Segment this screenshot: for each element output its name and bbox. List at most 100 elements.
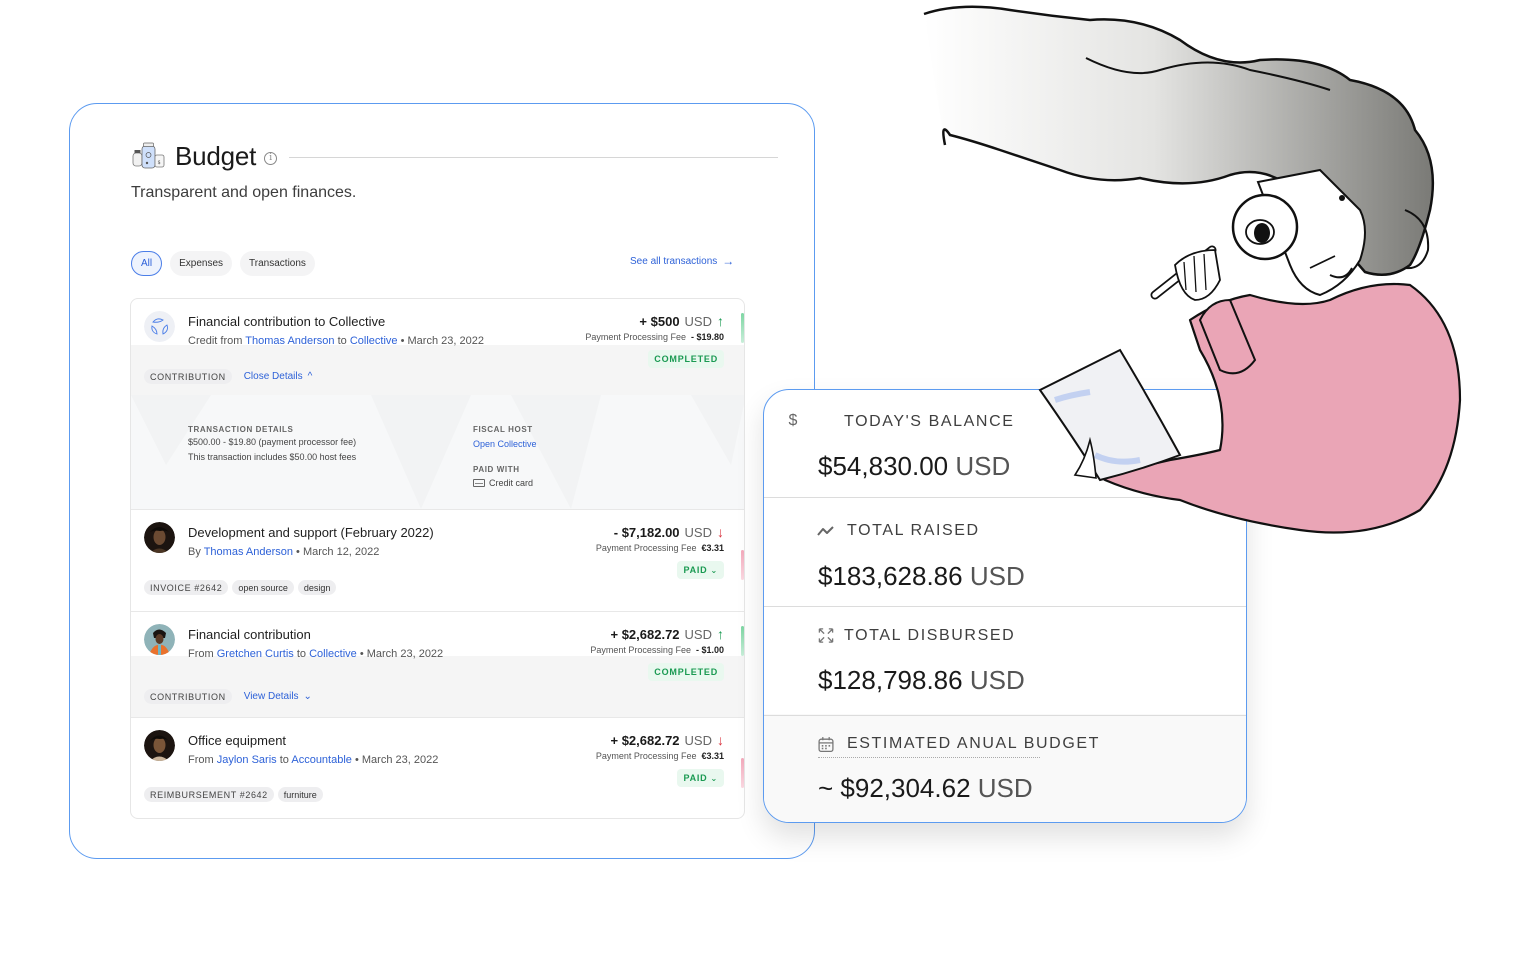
stat-label[interactable]: ESTIMATED ANUAL BUDGET — [847, 735, 1100, 753]
stat-value: $183,628.86 USD — [818, 561, 1025, 592]
magnifier-handle — [1150, 245, 1217, 300]
budget-jar-icon: $ — [132, 142, 165, 169]
transaction-subtitle: By Thomas Anderson • March 12, 2022 — [188, 546, 379, 558]
credit-card-icon — [473, 479, 485, 487]
transaction-details-label: TRANSACTION DETAILS — [188, 425, 294, 434]
transaction-details-panel: TRANSACTION DETAILS $500.00 - $19.80 (pa… — [131, 395, 744, 509]
from-link[interactable]: Gretchen Curtis — [217, 648, 294, 660]
status-badge: COMPLETED — [648, 663, 724, 681]
from-link[interactable]: Jaylon Saris — [217, 754, 277, 766]
magnifier-lens — [1231, 193, 1299, 261]
transaction-row[interactable]: Office equipment From Jaylon Saris to Ac… — [131, 718, 744, 818]
processing-fee: Payment Processing Fee - $1.00 — [590, 645, 724, 655]
fee-label: Payment Processing Fee — [595, 751, 697, 761]
transaction-amount: - $7,182.00 USD ↓ — [614, 524, 724, 540]
amount-value: + $2,682.72 — [610, 626, 680, 642]
to-link[interactable]: Accountable — [291, 754, 352, 766]
user-avatar — [144, 730, 175, 761]
amount-value: - $7,182.00 — [613, 524, 680, 540]
transaction-row[interactable]: Financial contribution to Collective Cre… — [131, 299, 744, 509]
transaction-date: • March 23, 2022 — [354, 754, 439, 766]
close-details-button[interactable]: Close Details ^ — [244, 369, 313, 384]
filter-tab-expenses[interactable]: Expenses — [170, 251, 233, 276]
chevron-down-icon: ⌄ — [303, 691, 312, 702]
fiscal-host-label: FISCAL HOST — [473, 425, 533, 434]
subtitle-prefix: By — [188, 546, 201, 558]
stat-currency: USD — [955, 451, 1011, 481]
transaction-title: Financial contribution — [188, 627, 311, 642]
transaction-tags: REIMBURSEMENT #2642 furniture — [144, 787, 323, 802]
status-label: PAID — [683, 565, 708, 575]
collective-logo-avatar — [144, 311, 175, 342]
from-link[interactable]: Thomas Anderson — [245, 335, 334, 347]
subtitle-connector: to — [279, 754, 289, 766]
chevron-down-icon: ⌄ — [710, 773, 718, 783]
filter-tabs: All Expenses Transactions — [131, 251, 315, 276]
hair — [923, 5, 1435, 277]
amount-value: + $2,682.72 — [610, 732, 680, 748]
see-all-transactions-link[interactable]: See all transactions → — [630, 254, 734, 268]
subtitle-prefix: From — [188, 648, 214, 660]
processing-fee: Payment Processing Fee €3.31 — [596, 543, 724, 553]
dollar-icon: $ — [788, 412, 798, 429]
transaction-details-line1: $500.00 - $19.80 (payment processor fee) — [188, 437, 357, 447]
processing-fee: Payment Processing Fee - $19.80 — [585, 332, 724, 342]
amount-currency: USD — [684, 626, 712, 642]
svg-text:$: $ — [158, 160, 161, 166]
status-badge: COMPLETED — [648, 350, 724, 368]
from-link[interactable]: Thomas Anderson — [204, 546, 293, 558]
status-badge[interactable]: PAID ⌄ — [677, 561, 724, 579]
arrow-down-icon: ↓ — [717, 732, 724, 748]
status-badge[interactable]: PAID ⌄ — [677, 769, 724, 787]
transaction-title: Development and support (February 2022) — [188, 525, 434, 540]
expand-arrows-icon — [818, 628, 834, 643]
arrow-down-icon: ↓ — [717, 524, 724, 540]
transaction-list: Financial contribution to Collective Cre… — [130, 298, 745, 819]
subtitle-prefix: From — [188, 754, 214, 766]
stat-value: $128,798.86 USD — [818, 665, 1025, 696]
arrow-right-icon: → — [722, 254, 735, 268]
filter-tab-transactions[interactable]: Transactions — [240, 251, 315, 276]
view-details-button[interactable]: View Details ⌄ — [244, 689, 312, 704]
to-link[interactable]: Collective — [350, 335, 398, 347]
info-icon[interactable]: i — [264, 151, 278, 165]
details-toggle-label: Close Details — [243, 371, 303, 382]
transaction-row[interactable]: Financial contribution From Gretchen Cur… — [131, 612, 744, 717]
calendar-icon — [818, 737, 834, 753]
stat-todays-balance: $ TODAY'S BALANCE $54,830.00 USD — [764, 390, 1246, 497]
transaction-tags: INVOICE #2642 open source design — [144, 580, 337, 595]
fiscal-host-link[interactable]: Open Collective — [473, 439, 537, 449]
header-divider — [289, 156, 778, 158]
transaction-date: • March 12, 2022 — [296, 546, 380, 558]
tag-kind: REIMBURSEMENT #2642 — [144, 787, 274, 802]
status-label: PAID — [683, 773, 708, 783]
stat-amount: $128,798.86 — [818, 665, 963, 695]
subtitle-prefix: Credit from — [188, 335, 243, 347]
fee-label: Payment Processing Fee — [590, 645, 691, 655]
budget-card: $ Budget i Transparent and open finances… — [69, 103, 815, 859]
transaction-details-line2: This transaction includes $50.00 host fe… — [188, 452, 357, 462]
filter-tab-all[interactable]: All — [131, 251, 163, 276]
to-link[interactable]: Collective — [309, 648, 357, 660]
amount-currency: USD — [684, 313, 712, 329]
tag[interactable]: furniture — [277, 787, 323, 802]
tag[interactable]: open source — [232, 580, 294, 595]
tag-kind: CONTRIBUTION — [144, 369, 232, 384]
transaction-date: • March 23, 2022 — [359, 648, 444, 660]
credit-indicator-bar — [741, 313, 744, 343]
face — [1256, 168, 1366, 297]
paid-with-label: PAID WITH — [473, 465, 520, 474]
see-all-label: See all transactions — [630, 255, 718, 267]
tooltip-underline — [818, 757, 1040, 758]
transaction-date: • March 23, 2022 — [400, 335, 484, 347]
tag[interactable]: design — [297, 580, 337, 595]
fee-value: - $1.00 — [695, 645, 724, 655]
transaction-amount: + $2,682.72 USD ↓ — [611, 732, 725, 748]
credit-indicator-bar — [741, 626, 744, 656]
stat-value: ~ $92,304.62 USD — [818, 773, 1033, 804]
transaction-row[interactable]: Development and support (February 2022) … — [131, 510, 744, 611]
fee-value: €3.31 — [701, 751, 724, 761]
user-avatar — [144, 522, 175, 553]
budget-title: Budget — [175, 140, 257, 171]
arrow-up-icon: ↑ — [717, 626, 724, 642]
